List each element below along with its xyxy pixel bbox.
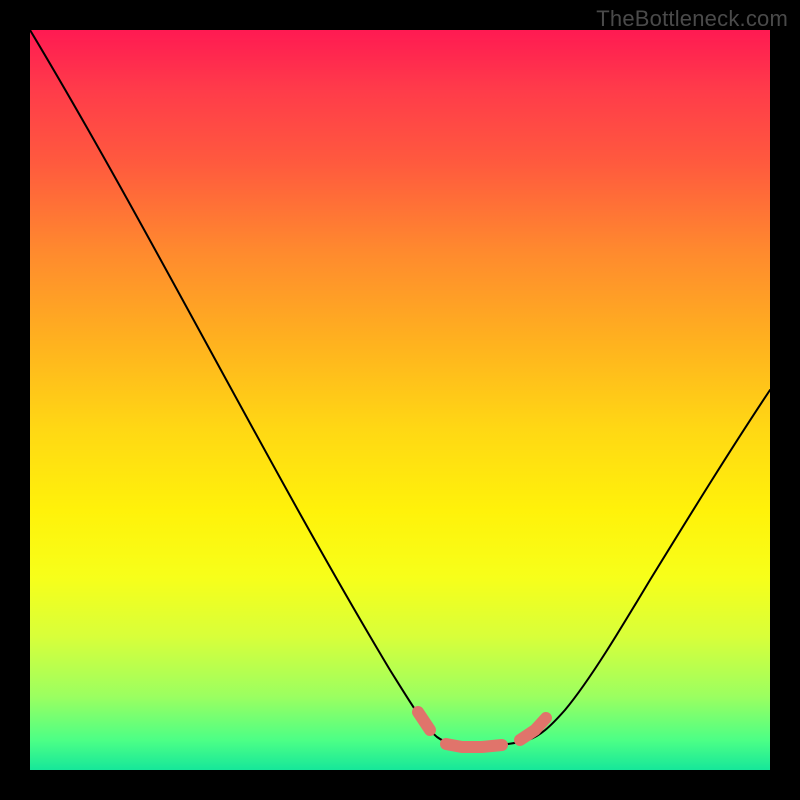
bottleneck-curve [30,30,770,746]
optimal-marker [418,712,546,747]
chart-stage: TheBottleneck.com [0,0,800,800]
plot-area [30,30,770,770]
curve-layer [30,30,770,770]
watermark-text: TheBottleneck.com [596,6,788,32]
